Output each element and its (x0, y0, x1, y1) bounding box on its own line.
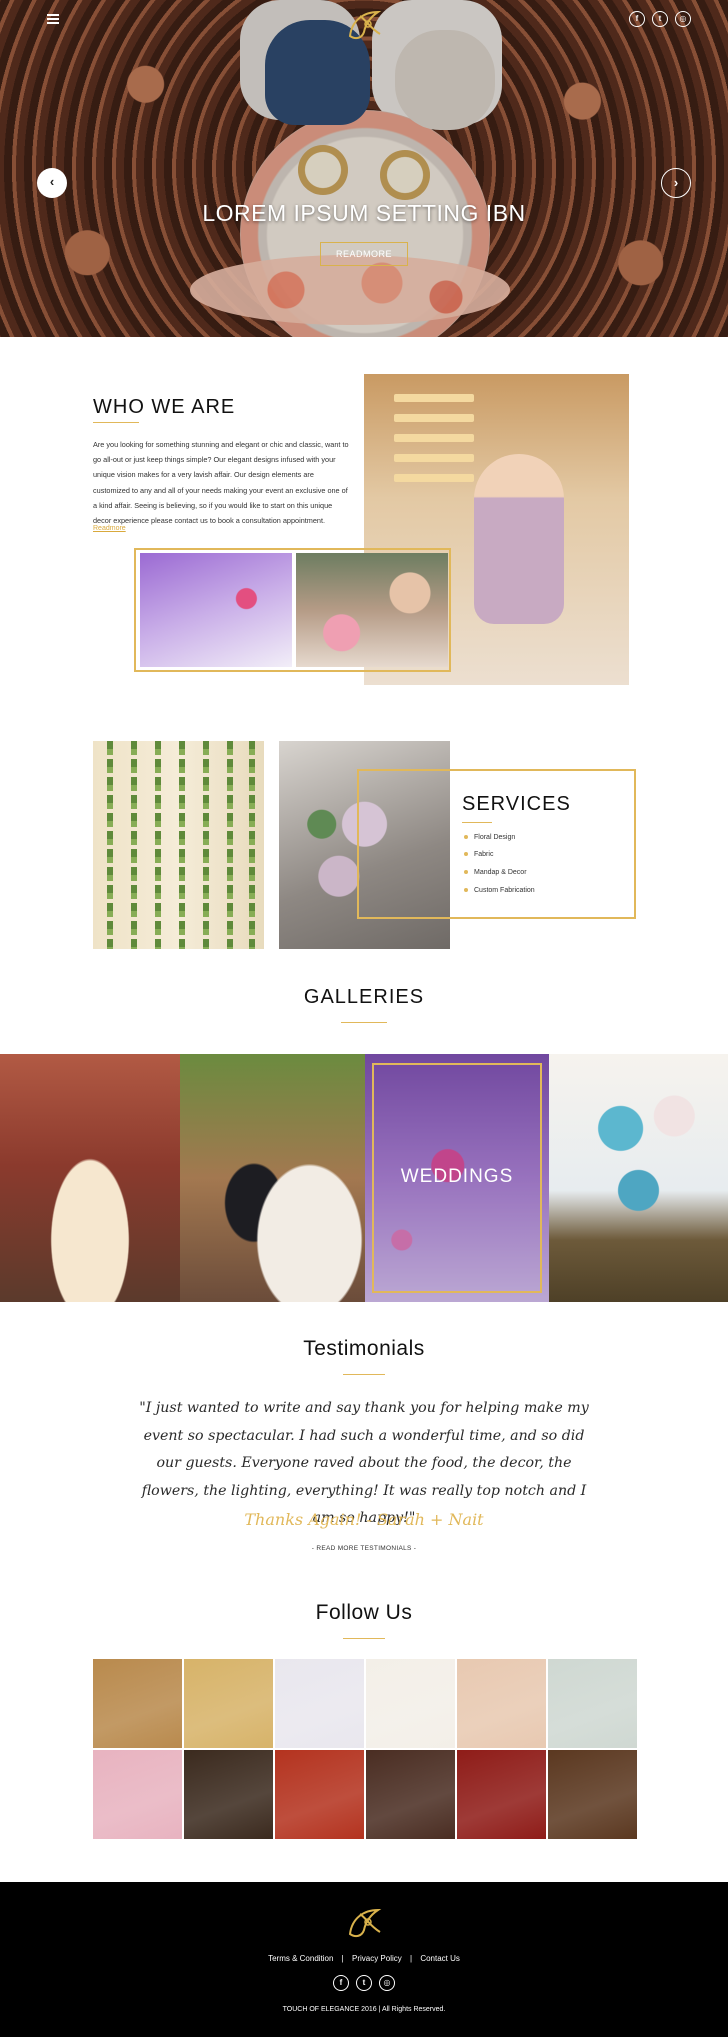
facebook-icon[interactable]: f (333, 1975, 349, 1991)
who-title-underline (93, 422, 139, 423)
who-photo-stair (394, 434, 474, 442)
who-photo-stair (394, 394, 474, 402)
who-readmore-link[interactable]: Readmore (93, 525, 126, 532)
instagram-icon[interactable]: ◎ (675, 11, 691, 27)
services-photo-vines (93, 741, 264, 949)
gallery-photo-bride-walk[interactable] (180, 1054, 365, 1302)
who-body: Are you looking for something stunning a… (93, 440, 349, 526)
instagram-icon[interactable]: ◎ (379, 1975, 395, 1991)
galleries-title-underline (341, 1022, 387, 1023)
services-item-label: Floral Design (474, 834, 516, 841)
testimonial-signature: Thanks Again! - Sarah + Nait (244, 1510, 484, 1529)
who-photo-girl (474, 454, 564, 624)
slider-prev-button[interactable]: ‹ (37, 168, 67, 198)
twitter-icon[interactable]: t (652, 11, 668, 27)
slider-next-button[interactable]: › (661, 168, 691, 198)
instagram-tile[interactable] (184, 1750, 273, 1839)
galleries-title: GALLERIES (303, 986, 425, 1008)
instagram-tile[interactable] (275, 1659, 364, 1748)
chevron-left-icon: ‹ (49, 174, 55, 189)
services-title-underline (462, 822, 492, 823)
who-photo-stair (394, 454, 474, 462)
read-more-testimonials-link[interactable]: - READ MORE TESTIMONIALS - (0, 1545, 728, 1552)
follow-title-underline (343, 1638, 385, 1639)
services-title: SERVICES (462, 793, 571, 815)
who-title: WHO WE ARE (93, 396, 236, 418)
touch-of-elegance-logo-icon[interactable] (342, 1904, 388, 1940)
testimonials-title: Testimonials (303, 1337, 425, 1360)
instagram-tile[interactable] (184, 1659, 273, 1748)
services-item[interactable]: Floral Design (464, 834, 515, 841)
who-photo-reception (140, 553, 292, 667)
footer-separator: | (410, 1954, 413, 1963)
services-item-label: Custom Fabrication (474, 887, 535, 894)
gallery-photo-reception[interactable] (0, 1054, 180, 1302)
follow-title: Follow Us (315, 1601, 413, 1624)
twitter-icon[interactable]: t (356, 1975, 372, 1991)
instagram-tile[interactable] (366, 1750, 455, 1839)
testimonials-title-underline (343, 1374, 385, 1375)
vine (203, 741, 209, 949)
who-photo-stair (394, 474, 474, 482)
gallery-photo-weddings[interactable]: WEDDINGS (365, 1054, 549, 1302)
vine (155, 741, 161, 949)
vine (227, 741, 233, 949)
gallery-label: WEDDINGS (400, 1166, 514, 1187)
footer-links: Terms & Condition | Privacy Policy | Con… (0, 1954, 728, 1963)
vine (131, 741, 137, 949)
vine (179, 741, 185, 949)
footer: Terms & Condition | Privacy Policy | Con… (0, 1882, 728, 2037)
hero-banner: f t ◎ ‹ › LOREM IPSUM SETTING IBN READMO… (0, 0, 728, 337)
instagram-tile[interactable] (93, 1659, 182, 1748)
vine (249, 741, 255, 949)
who-photo-stair (394, 414, 474, 422)
instagram-tile[interactable] (548, 1750, 637, 1839)
vine (107, 741, 113, 949)
hero-readmore-button[interactable]: READMORE (320, 242, 408, 266)
privacy-link[interactable]: Privacy Policy (352, 1954, 402, 1963)
touch-of-elegance-logo-icon[interactable] (342, 6, 388, 42)
services-frame (357, 769, 636, 919)
instagram-tile[interactable] (275, 1750, 364, 1839)
bullet-icon (464, 852, 468, 857)
hero-overlay (0, 0, 728, 337)
services-item-label: Mandap & Decor (474, 869, 527, 876)
instagram-tile[interactable] (457, 1659, 546, 1748)
gallery-photo-centerpiece[interactable] (549, 1054, 728, 1302)
bullet-icon (464, 835, 468, 840)
bullet-icon (464, 888, 468, 893)
who-photo-bridesmaids (296, 553, 448, 667)
bullet-icon (464, 870, 468, 875)
services-item[interactable]: Custom Fabrication (464, 887, 535, 894)
contact-link[interactable]: Contact Us (420, 1954, 460, 1963)
instagram-tile[interactable] (93, 1750, 182, 1839)
footer-separator: | (341, 1954, 344, 1963)
instagram-tile[interactable] (457, 1750, 546, 1839)
facebook-icon[interactable]: f (629, 11, 645, 27)
terms-link[interactable]: Terms & Condition (268, 1954, 333, 1963)
instagram-tile[interactable] (548, 1659, 637, 1748)
services-item-label: Fabric (474, 851, 494, 858)
services-item[interactable]: Mandap & Decor (464, 869, 527, 876)
hero-title: LOREM IPSUM SETTING IBN (202, 200, 526, 226)
instagram-tile[interactable] (366, 1659, 455, 1748)
copyright: TOUCH OF ELEGANCE 2016 | All Rights Rese… (282, 2006, 446, 2013)
chevron-right-icon: › (673, 175, 679, 190)
page: f t ◎ ‹ › LOREM IPSUM SETTING IBN READMO… (0, 0, 728, 2037)
services-item[interactable]: Fabric (464, 851, 493, 858)
hamburger-menu-icon[interactable] (46, 12, 60, 26)
